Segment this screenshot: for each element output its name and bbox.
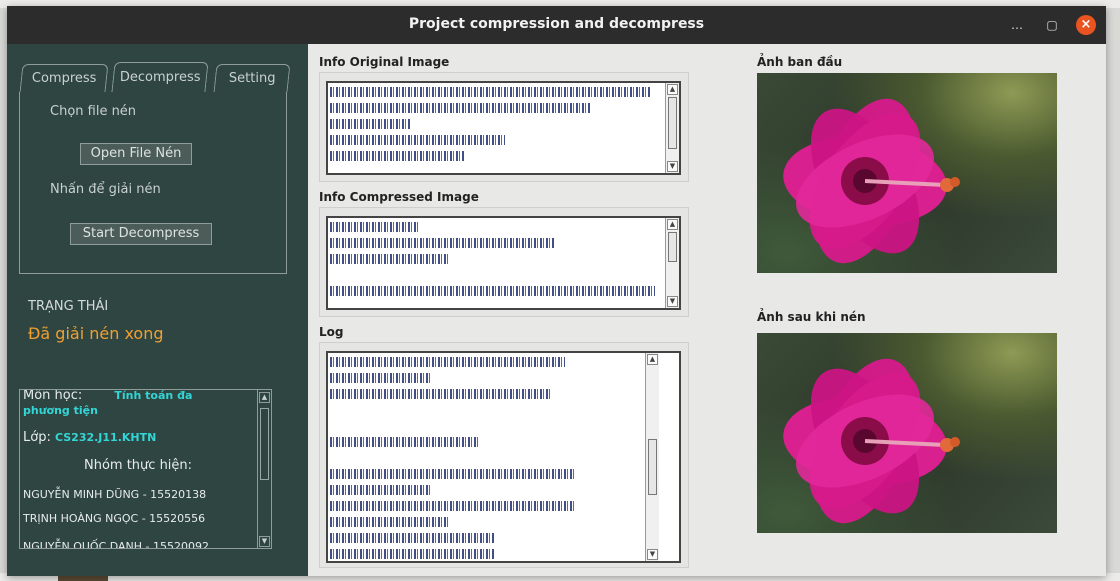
- scroll-up-arrow-icon[interactable]: ▲: [259, 392, 270, 403]
- after-image-caption: Ảnh sau khi nén: [757, 310, 866, 324]
- tab-bar: Compress Decompress Setting: [19, 62, 291, 92]
- text-line: [330, 151, 465, 161]
- subject-label: Môn học:: [23, 389, 83, 403]
- compressed-info-heading: Info Compressed Image: [319, 190, 479, 204]
- scroll-down-arrow-icon[interactable]: ▼: [259, 536, 270, 547]
- tab-setting-label: Setting: [228, 71, 276, 86]
- tab-compress[interactable]: Compress: [19, 64, 109, 92]
- compressed-info-textarea[interactable]: ▲ ▼: [326, 216, 681, 310]
- decompressed-image: [757, 333, 1057, 533]
- class-row: Lớp: CS232.J11.KHTN: [23, 430, 156, 445]
- text-line: [330, 517, 450, 527]
- start-decompress-button[interactable]: Start Decompress: [70, 223, 212, 245]
- minimize-button[interactable]: …: [1007, 15, 1027, 35]
- press-to-decompress-label: Nhấn để giải nén: [50, 182, 161, 197]
- tab-decompress-label: Decompress: [119, 70, 201, 85]
- original-info-panel: ▲ ▼: [319, 72, 689, 182]
- text-line: [330, 373, 430, 383]
- status-heading: TRẠNG THÁI: [28, 299, 109, 314]
- tab-setting[interactable]: Setting: [213, 64, 291, 92]
- class-label: Lớp:: [23, 430, 51, 445]
- text-line: [330, 286, 655, 296]
- scroll-thumb[interactable]: [648, 439, 657, 495]
- scroll-up-arrow-icon[interactable]: ▲: [647, 354, 658, 365]
- tab-compress-label: Compress: [31, 71, 97, 86]
- scroll-up-arrow-icon[interactable]: ▲: [667, 84, 678, 95]
- log-heading: Log: [319, 325, 344, 339]
- hibiscus-flower-image: [783, 358, 960, 524]
- text-line: [330, 501, 575, 511]
- text-line: [330, 119, 410, 129]
- member-3: NGUYỄN QUỐC DANH - 15520092: [23, 540, 209, 549]
- text-line: [330, 103, 590, 113]
- log-panel: ▲ ▼: [319, 342, 689, 568]
- member-1: NGUYỄN MINH DŨNG - 15520138: [23, 488, 207, 501]
- scroll-thumb[interactable]: [668, 232, 677, 262]
- subject-row: Môn học: Tính toán đa: [23, 389, 193, 403]
- text-line: [330, 533, 495, 543]
- app-window: Project compression and decompress … ▢ ×…: [7, 6, 1106, 576]
- open-file-button[interactable]: Open File Nén: [80, 143, 192, 165]
- log-scrollbar[interactable]: ▲ ▼: [645, 353, 659, 561]
- text-line: [330, 389, 550, 399]
- decompress-tab-pane: Chọn file nén Open File Nén Nhấn để giải…: [19, 92, 287, 274]
- left-panel: Compress Decompress Setting Chọn file né…: [7, 44, 308, 576]
- text-line: [330, 437, 480, 447]
- tab-decompress[interactable]: Decompress: [111, 62, 209, 92]
- scroll-thumb[interactable]: [668, 97, 677, 149]
- close-button[interactable]: ×: [1076, 15, 1096, 35]
- choose-file-label: Chọn file nén: [50, 104, 137, 119]
- member-2: TRỊNH HOÀNG NGỌC - 15520556: [23, 512, 206, 525]
- text-line: [330, 357, 565, 367]
- project-info-box: Môn học: Tính toán đa phương tiện Lớp: C…: [19, 389, 272, 549]
- original-image-caption: Ảnh ban đầu: [757, 55, 843, 69]
- text-line: [330, 549, 495, 559]
- original-image: [757, 73, 1057, 273]
- text-line: [330, 254, 450, 264]
- original-info-textarea[interactable]: ▲ ▼: [326, 81, 681, 175]
- info-scrollbar[interactable]: ▲ ▼: [257, 390, 271, 548]
- hibiscus-flower-image: [783, 98, 960, 264]
- compressed-info-scrollbar[interactable]: ▲ ▼: [665, 218, 679, 308]
- window-title: Project compression and decompress: [408, 16, 705, 32]
- subject-value-line1: Tính toán đa: [114, 389, 193, 402]
- status-value: Đã giải nén xong: [28, 324, 164, 343]
- group-heading: Nhóm thực hiện:: [84, 458, 193, 473]
- log-textarea[interactable]: ▲ ▼: [326, 351, 681, 563]
- text-line: [330, 469, 575, 479]
- text-line: [330, 87, 650, 97]
- scroll-down-arrow-icon[interactable]: ▼: [667, 161, 678, 172]
- info-scroll-thumb[interactable]: [260, 408, 269, 480]
- scroll-up-arrow-icon[interactable]: ▲: [667, 219, 678, 230]
- text-line: [330, 485, 430, 495]
- subject-value-line2: phương tiện: [23, 404, 98, 417]
- maximize-button[interactable]: ▢: [1042, 15, 1062, 35]
- compressed-info-panel: ▲ ▼: [319, 207, 689, 317]
- original-info-scrollbar[interactable]: ▲ ▼: [665, 83, 679, 173]
- title-bar: Project compression and decompress … ▢ ×: [7, 6, 1106, 44]
- original-info-heading: Info Original Image: [319, 55, 450, 69]
- scroll-down-arrow-icon[interactable]: ▼: [647, 549, 658, 560]
- class-value: CS232.J11.KHTN: [54, 431, 157, 444]
- text-line: [330, 222, 420, 232]
- text-line: [330, 238, 555, 248]
- scroll-down-arrow-icon[interactable]: ▼: [667, 296, 678, 307]
- text-line: [330, 135, 505, 145]
